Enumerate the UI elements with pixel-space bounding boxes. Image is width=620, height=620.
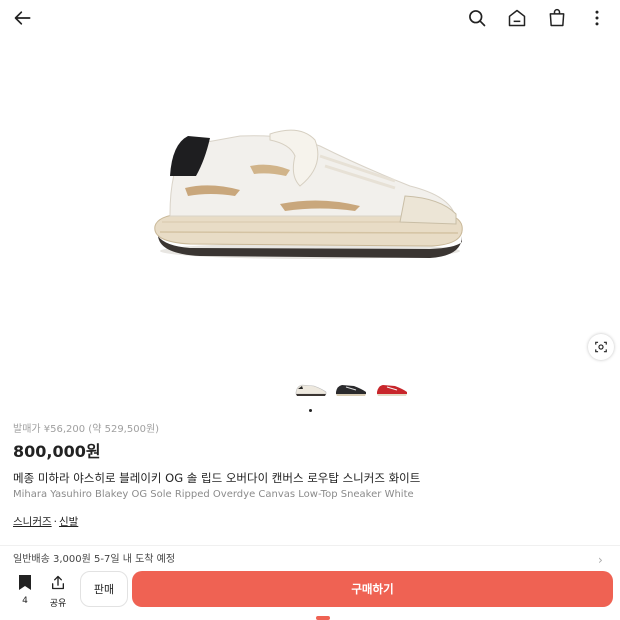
section-divider (0, 545, 620, 546)
price: 800,000원 (13, 442, 101, 461)
more-vertical-icon[interactable] (585, 6, 609, 30)
thumbnail-white[interactable] (294, 380, 328, 400)
bookmark-button[interactable]: 4 (14, 574, 36, 606)
gallery-page-indicator (309, 409, 312, 412)
share-button[interactable]: 공유 (46, 574, 70, 609)
category-link-shoes[interactable]: 신발 (59, 516, 78, 528)
product-image[interactable] (0, 36, 620, 366)
product-info: 발매가 ¥56,200 (약 529,500원) 800,000원 메종 미하라… (13, 423, 607, 529)
share-label: 공유 (49, 599, 67, 609)
thumbnail-red[interactable] (375, 380, 409, 400)
sell-button[interactable]: 판매 (80, 571, 128, 607)
category-breadcrumb: 스니커즈 · 신발 (13, 515, 607, 529)
shopping-bag-icon[interactable] (545, 6, 569, 30)
bottom-action-bar: 4 공유 판매 구매하기 (0, 566, 620, 620)
top-app-bar (0, 0, 620, 36)
shipping-info[interactable]: 일반배송 3,000원 5-7일 내 도착 예정 (13, 553, 175, 567)
category-link-sneakers[interactable]: 스니커즈 (13, 516, 52, 528)
home-icon[interactable] (505, 6, 529, 30)
bookmark-count: 4 (22, 596, 28, 606)
category-separator: · (53, 516, 57, 528)
thumbnail-black[interactable] (334, 380, 368, 400)
home-indicator (316, 616, 330, 620)
chevron-right-icon[interactable]: › (598, 553, 603, 567)
buy-button[interactable]: 구매하기 (132, 571, 613, 607)
search-icon[interactable] (465, 6, 489, 30)
bookmark-icon (19, 575, 31, 590)
back-arrow-icon[interactable] (11, 6, 35, 30)
product-name-korean: 메종 미하라 야스히로 블레이키 OG 솔 립드 오버다이 캔버스 로우탑 스니… (13, 471, 421, 485)
thumbnail-strip (0, 380, 620, 400)
launch-price: 발매가 ¥56,200 (약 529,500원) (13, 424, 160, 435)
share-icon (52, 575, 64, 590)
image-search-icon[interactable] (588, 334, 614, 360)
product-name-english: Mihara Yasuhiro Blakey OG Sole Ripped Ov… (13, 489, 414, 500)
